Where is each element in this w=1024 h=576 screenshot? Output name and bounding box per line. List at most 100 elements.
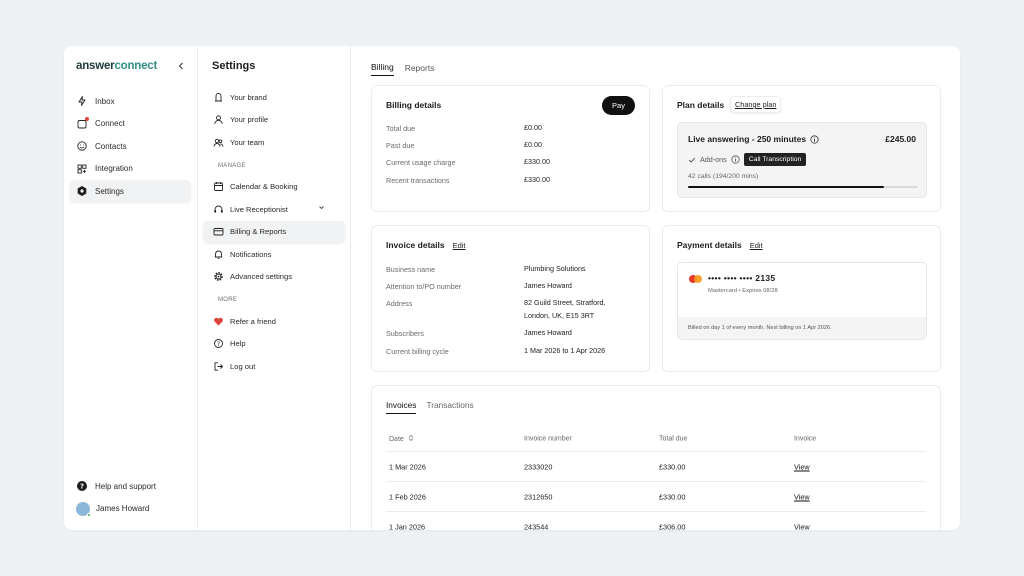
info-icon[interactable] bbox=[810, 134, 819, 144]
top-tabs: Billing Reports bbox=[351, 46, 960, 86]
invoice-value: 1 Mar 2026 to 1 Apr 2026 bbox=[524, 346, 606, 355]
plan-name-text: Live answering - 250 minutes bbox=[688, 134, 807, 144]
billing-details-card: Billing details Pay Total due £0.00 Past… bbox=[371, 85, 650, 212]
view-invoice-link[interactable]: View bbox=[794, 492, 810, 501]
view-invoice-link[interactable]: View bbox=[794, 462, 810, 471]
nav-item-label: Inbox bbox=[95, 96, 115, 106]
nav-item-label: Contacts bbox=[95, 141, 127, 151]
heart-icon bbox=[213, 316, 224, 327]
settings-item-help[interactable]: ? Help bbox=[203, 333, 345, 356]
settings-item-label: Advanced settings bbox=[230, 272, 293, 282]
settings-item-label: Your profile bbox=[230, 115, 269, 125]
addons-row: Add-ons Call Transcription bbox=[688, 153, 807, 166]
edit-invoice-link[interactable]: Edit bbox=[453, 241, 466, 250]
chevron-left-icon[interactable] bbox=[177, 62, 185, 70]
settings-item-logout[interactable]: Log out bbox=[203, 355, 345, 378]
main-content: Billing Reports Billing details Pay Tota… bbox=[351, 46, 960, 530]
calendar-icon bbox=[213, 181, 224, 192]
settings-item-your-team[interactable]: Your team bbox=[203, 131, 345, 154]
user-name: James Howard bbox=[96, 504, 150, 513]
nav-item-contacts[interactable]: Contacts bbox=[70, 135, 191, 157]
settings-item-refer[interactable]: Refer a friend bbox=[203, 310, 345, 333]
nav-item-settings[interactable]: Settings bbox=[70, 180, 191, 202]
settings-item-your-profile[interactable]: Your profile bbox=[203, 109, 345, 132]
help-label: Help and support bbox=[95, 481, 156, 491]
payment-details-title: Payment details Edit bbox=[677, 240, 763, 250]
view-invoice-link[interactable]: View bbox=[794, 522, 810, 530]
settings-item-label: Help bbox=[230, 339, 246, 349]
logout-icon bbox=[213, 361, 224, 372]
billing-label: Total due bbox=[386, 124, 416, 133]
column-date[interactable]: Date bbox=[389, 434, 414, 443]
nav-list: Inbox Connect Contacts Integration Setti… bbox=[64, 90, 197, 202]
settings-item-advanced[interactable]: Advanced settings bbox=[203, 266, 345, 289]
tab-transactions[interactable]: Transactions bbox=[426, 400, 473, 414]
invoice-value: James Howard bbox=[524, 281, 572, 290]
card-number: •••• •••• •••• 2135 bbox=[708, 273, 776, 283]
plan-summary: Live answering - 250 minutes £245.00 Add… bbox=[677, 122, 927, 198]
settings-item-label: Notifications bbox=[230, 249, 272, 259]
team-icon bbox=[213, 137, 224, 148]
billing-value: £0.00 bbox=[524, 140, 542, 149]
cell-total: £330.00 bbox=[659, 492, 686, 501]
cell-date: 1 Feb 2026 bbox=[389, 492, 426, 501]
table-row: 1 Feb 2026 2312650 £330.00 View bbox=[386, 482, 926, 512]
settings-item-billing-reports[interactable]: Billing & Reports bbox=[203, 220, 345, 243]
settings-title: Settings bbox=[212, 60, 256, 72]
integration-icon bbox=[76, 163, 88, 175]
settings-item-notifications[interactable]: Notifications bbox=[203, 243, 345, 266]
nav-item-connect[interactable]: Connect bbox=[70, 113, 191, 135]
user-profile[interactable]: James Howard bbox=[70, 498, 191, 520]
more-heading: MORE bbox=[218, 297, 238, 303]
nav-item-integration[interactable]: Integration bbox=[70, 158, 191, 180]
billing-label: Current usage charge bbox=[386, 158, 456, 167]
settings-item-your-brand[interactable]: Your brand bbox=[203, 86, 345, 109]
billing-value: £330.00 bbox=[524, 157, 550, 166]
chevron-down-icon[interactable] bbox=[318, 204, 329, 215]
tab-reports[interactable]: Reports bbox=[405, 57, 435, 76]
bell-icon bbox=[213, 249, 224, 260]
nav-item-label: Connect bbox=[95, 119, 125, 128]
help-support-link[interactable]: ? Help and support bbox=[70, 475, 191, 497]
info-icon[interactable] bbox=[731, 155, 740, 164]
card-expiry: Mastercard • Expires 08/28 bbox=[708, 288, 778, 294]
notification-dot bbox=[85, 116, 89, 121]
cell-number: 2312650 bbox=[524, 492, 553, 501]
calls-usage-text: 42 calls (194/200 mins) bbox=[688, 173, 759, 180]
payment-method: •••• •••• •••• 2135 Mastercard • Expires… bbox=[677, 262, 927, 340]
settings-item-live-receptionist[interactable]: Live Receptionist bbox=[203, 198, 345, 221]
edit-payment-link[interactable]: Edit bbox=[750, 241, 763, 250]
help-icon: ? bbox=[76, 480, 88, 492]
plan-name: Live answering - 250 minutes bbox=[688, 134, 819, 144]
payment-details-title-text: Payment details bbox=[677, 240, 742, 250]
nav-item-label: Settings bbox=[95, 186, 124, 196]
sort-icon bbox=[408, 434, 414, 443]
inbox-icon bbox=[76, 95, 88, 107]
addons-tooltip: Call Transcription bbox=[743, 153, 807, 166]
column-label: Date bbox=[389, 435, 404, 443]
settings-item-label: Log out bbox=[230, 361, 256, 371]
table-row: 1 Mar 2026 2333020 £330.00 View bbox=[386, 452, 926, 482]
settings-item-label: Your team bbox=[230, 137, 265, 147]
pay-button[interactable]: Pay bbox=[602, 96, 635, 115]
invoice-details-title-text: Invoice details bbox=[386, 240, 445, 250]
tab-invoices[interactable]: Invoices bbox=[386, 400, 417, 414]
connect-icon bbox=[76, 116, 89, 130]
settings-item-label: Live Receptionist bbox=[230, 204, 288, 214]
usage-progress-fill bbox=[688, 186, 884, 188]
tab-billing[interactable]: Billing bbox=[371, 56, 394, 76]
cell-number: 2333020 bbox=[524, 462, 553, 471]
billing-label: Past due bbox=[386, 141, 415, 150]
invoice-value: London, UK, E15 3RT bbox=[524, 311, 595, 320]
settings-item-label: Refer a friend bbox=[230, 316, 277, 326]
settings-item-calendar[interactable]: Calendar & Booking bbox=[203, 176, 345, 199]
avatar bbox=[76, 501, 91, 517]
invoice-value: Plumbing Solutions bbox=[524, 264, 586, 273]
nav-item-inbox[interactable]: Inbox bbox=[70, 90, 191, 112]
cell-total: £330.00 bbox=[659, 462, 686, 471]
invoices-card: Invoices Transactions Date Invoice numbe… bbox=[371, 385, 941, 530]
invoice-value: 82 Guild Street, Stratford, bbox=[524, 298, 606, 307]
app-window: answerconnect Inbox Connect Contacts Int… bbox=[64, 46, 960, 530]
plan-details-title: Plan details bbox=[677, 100, 725, 110]
change-plan-button[interactable]: Change plan bbox=[730, 96, 782, 113]
